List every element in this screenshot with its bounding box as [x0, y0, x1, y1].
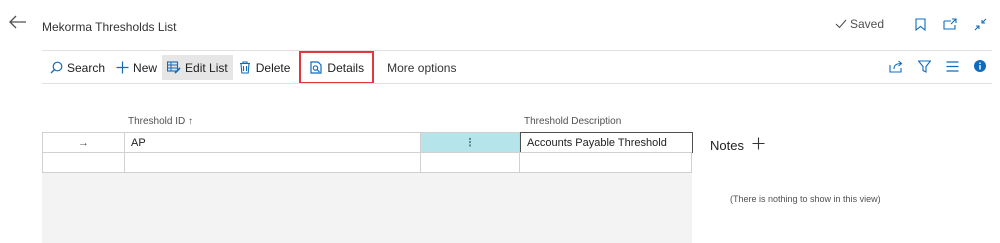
empty-threshold-id-cell[interactable] — [125, 153, 421, 172]
search-icon — [49, 61, 63, 75]
open-new-window-icon[interactable] — [942, 16, 958, 32]
plus-icon — [752, 137, 765, 150]
action-bar-divider — [42, 83, 992, 84]
bookmark-icon[interactable] — [912, 16, 928, 32]
trash-icon — [238, 61, 252, 75]
notes-empty-message: (There is nothing to show in this view) — [730, 194, 881, 204]
notes-title: Notes — [710, 137, 744, 153]
collapse-icon[interactable] — [972, 16, 988, 32]
column-header-threshold-id[interactable]: Threshold ID ↑ — [128, 116, 193, 127]
empty-description-cell[interactable] — [520, 153, 693, 172]
share-icon[interactable] — [888, 58, 904, 74]
edit-list-label: Edit List — [185, 60, 228, 75]
back-button[interactable] — [6, 10, 30, 34]
list-tools — [888, 58, 988, 74]
edit-list-icon — [167, 61, 181, 75]
list-view-icon[interactable] — [944, 58, 960, 74]
details-button[interactable]: Details — [299, 51, 375, 84]
edit-list-button[interactable]: Edit List — [162, 55, 233, 80]
header-tools: Saved — [835, 16, 988, 32]
header-divider — [42, 50, 992, 51]
notes-header: Notes — [710, 137, 990, 153]
thresholds-grid: Threshold ID ↑ Threshold Description → A… — [42, 110, 693, 243]
row-menu-button[interactable]: ⋮ — [421, 133, 520, 152]
threshold-description-cell[interactable]: Accounts Payable Threshold — [520, 132, 693, 153]
search-label: Search — [67, 60, 106, 75]
new-button[interactable]: New — [110, 55, 162, 80]
page-title: Mekorma Thresholds List — [42, 20, 177, 34]
table-row-empty[interactable] — [42, 152, 692, 173]
row-selector-arrow[interactable]: → — [43, 133, 125, 152]
details-label: Details — [327, 60, 365, 75]
delete-label: Delete — [255, 60, 291, 75]
threshold-id-cell[interactable]: AP — [125, 133, 421, 152]
info-icon[interactable] — [972, 58, 988, 74]
add-note-button[interactable] — [752, 137, 765, 153]
saved-status: Saved — [835, 17, 884, 31]
new-label: New — [133, 60, 158, 75]
empty-menu-cell[interactable] — [421, 153, 520, 172]
search-button[interactable]: Search — [44, 55, 110, 80]
details-icon — [309, 61, 323, 75]
grid-body: → AP ⋮ Accounts Payable Threshold — [42, 132, 693, 243]
action-bar: Search New Edit List Delete Details More… — [44, 51, 461, 84]
delete-button[interactable]: Delete — [233, 55, 296, 80]
plus-icon — [115, 61, 129, 75]
column-header-threshold-description[interactable]: Threshold Description — [524, 116, 621, 127]
filter-icon[interactable] — [916, 58, 932, 74]
checkmark-icon — [835, 19, 847, 29]
notes-pane: Notes (There is nothing to show in this … — [710, 137, 990, 204]
back-arrow-icon — [9, 15, 26, 29]
grid-header: Threshold ID ↑ Threshold Description — [42, 110, 692, 132]
table-row[interactable]: → AP ⋮ Accounts Payable Threshold — [42, 132, 693, 153]
empty-row-selector[interactable] — [43, 153, 125, 172]
more-options-button[interactable]: More options — [382, 55, 461, 80]
saved-status-label: Saved — [849, 17, 884, 31]
